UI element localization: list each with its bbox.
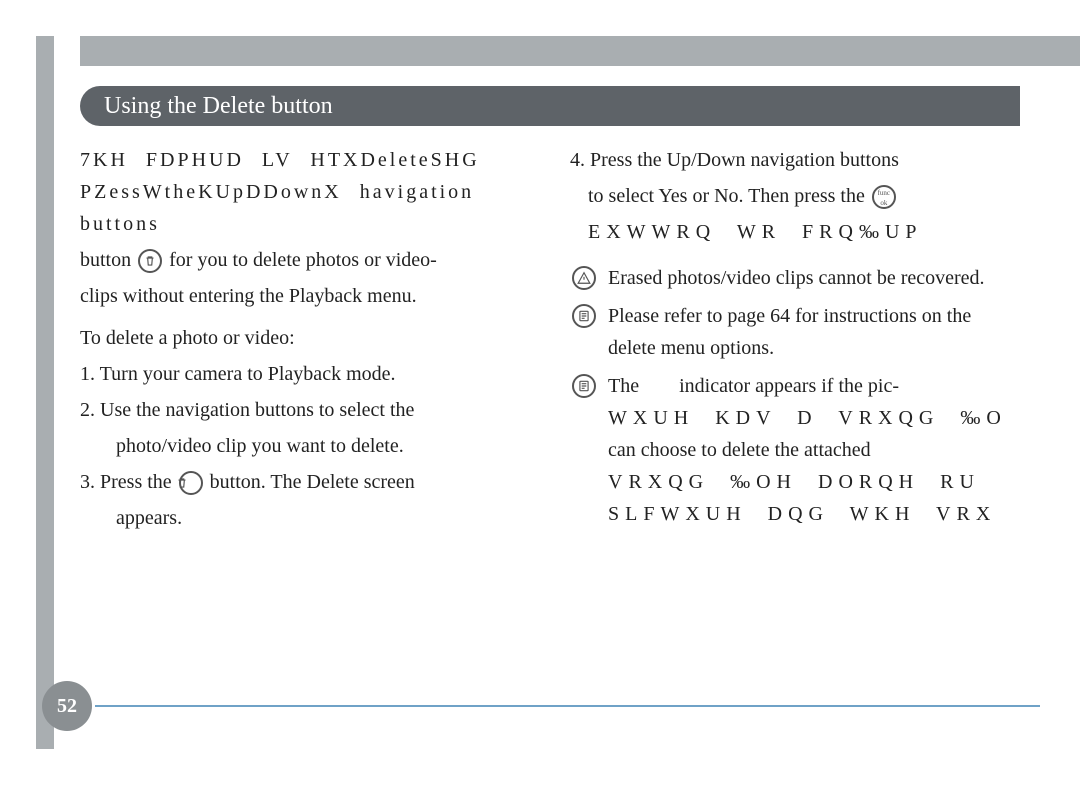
func-ok-icon: funcok xyxy=(872,185,896,209)
step3: 3. Press the button. The Delete screen xyxy=(80,466,530,498)
left-column: 7KH FDPHUD LV HTXDeleteSHG PZessWtheKUpD… xyxy=(80,140,530,538)
note1-row: Please refer to page 64 for instructions… xyxy=(570,300,1020,364)
intro-line2-b: for you to delete photos or video- xyxy=(169,249,437,271)
step3c: appears. xyxy=(80,502,530,534)
note2a: The xyxy=(608,375,639,397)
step1: 1. Turn your camera to Playback mode. xyxy=(80,358,530,390)
warning-text: Erased photos/video clips cannot be reco… xyxy=(608,262,1020,294)
note2-row: The indicator appears if the pic- WXUH K… xyxy=(570,370,1020,530)
intro-line3: clips without entering the Playback menu… xyxy=(80,280,530,312)
intro-garbled-line: 7KH FDPHUD LV HTXDeleteSHG PZessWtheKUpD… xyxy=(80,144,530,240)
section-header: Using the Delete button xyxy=(80,86,1020,126)
top-grey-bar xyxy=(80,36,1080,66)
note-icon xyxy=(572,374,596,398)
section-title: Using the Delete button xyxy=(80,86,1020,126)
step3a: 3. Press the xyxy=(80,471,172,493)
subhead: To delete a photo or video: xyxy=(80,322,530,354)
note2-block: The indicator appears if the pic- WXUH K… xyxy=(608,370,1020,530)
step2a: 2. Use the navigation buttons to select … xyxy=(80,394,530,426)
garbled-confirm: EXWWRQ WR FRQ‰UP xyxy=(570,216,1020,248)
note2b: indicator appears if the pic- xyxy=(679,375,899,397)
intro-line-delete-button: button for you to delete photos or video… xyxy=(80,244,530,276)
trash-icon xyxy=(179,471,203,495)
footer-rule xyxy=(95,705,1040,707)
step4b: to select Yes or No. Then press the xyxy=(588,185,865,207)
note1-text: Please refer to page 64 for instructions… xyxy=(608,300,1020,364)
right-column: 4. Press the Up/Down navigation buttons … xyxy=(570,140,1020,538)
steps-list: 1. Turn your camera to Playback mode. 2.… xyxy=(80,358,530,534)
note2c: can choose to delete the attached xyxy=(608,434,1020,466)
garbled3: VRXQG ‰OH DORQH RU xyxy=(608,466,1020,498)
body-columns: 7KH FDPHUD LV HTXDeleteSHG PZessWtheKUpD… xyxy=(80,140,1020,538)
trash-icon xyxy=(138,249,162,273)
warning-row: Erased photos/video clips cannot be reco… xyxy=(570,262,1020,294)
warning-icon xyxy=(572,266,596,290)
step2b: photo/video clip you want to delete. xyxy=(80,430,530,462)
step4-line2: to select Yes or No. Then press the func… xyxy=(570,180,1020,212)
intro-line2-a: button xyxy=(80,249,131,271)
step4a: 4. Press the Up/Down navigation buttons xyxy=(570,144,1020,176)
left-grey-band xyxy=(36,36,54,749)
page-number: 52 xyxy=(42,681,92,731)
garbled2: WXUH KDV D VRXQG ‰O xyxy=(608,402,1020,434)
note-icon xyxy=(572,304,596,328)
garbled4: SLFWXUH DQG WKH VRX xyxy=(608,498,1020,530)
step3b: button. The Delete screen xyxy=(210,471,415,493)
